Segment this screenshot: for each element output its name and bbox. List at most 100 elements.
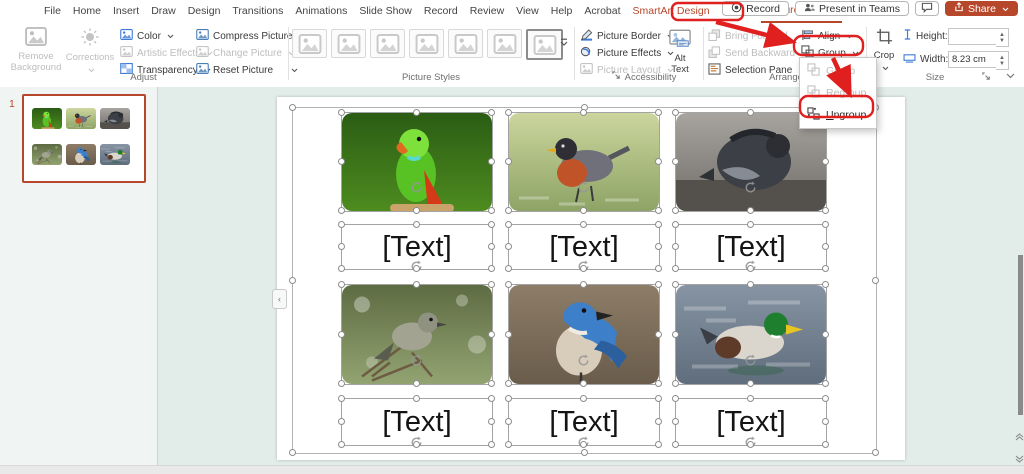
rotate-handle-icon[interactable] xyxy=(410,260,423,278)
picture-style-thumbnail[interactable] xyxy=(292,29,327,58)
selection-handle[interactable] xyxy=(580,109,587,116)
selection-handle[interactable] xyxy=(338,265,345,272)
selection-handle[interactable] xyxy=(655,221,662,228)
selection-handle[interactable] xyxy=(338,418,345,425)
text-placeholder[interactable]: [Text] xyxy=(509,399,659,445)
selection-handle[interactable] xyxy=(672,243,679,250)
selection-handle[interactable] xyxy=(338,207,345,214)
menu-tab-draw[interactable]: Draw xyxy=(145,1,182,22)
selection-handle[interactable] xyxy=(505,207,512,214)
selection-handle[interactable] xyxy=(672,331,679,338)
selection-handle[interactable] xyxy=(488,281,495,288)
selection-handle[interactable] xyxy=(488,331,495,338)
selection-handle[interactable] xyxy=(338,331,345,338)
smartart-text-pane-toggle[interactable]: ‹ xyxy=(272,289,287,309)
selection-handle[interactable] xyxy=(488,265,495,272)
selection-handle[interactable] xyxy=(747,380,754,387)
menu-tab-file[interactable]: File xyxy=(38,1,67,22)
selection-handle[interactable] xyxy=(655,331,662,338)
selection-handle[interactable] xyxy=(672,109,679,116)
accessibility-dialog-launcher-icon[interactable] xyxy=(612,71,621,83)
selection-handle[interactable] xyxy=(655,380,662,387)
selection-handle[interactable] xyxy=(505,265,512,272)
corrections-button[interactable]: Corrections xyxy=(66,26,114,78)
selection-handle[interactable] xyxy=(338,221,345,228)
selection-handle[interactable] xyxy=(655,109,662,116)
selection-handle[interactable] xyxy=(655,281,662,288)
selection-handle[interactable] xyxy=(872,277,879,284)
picture-style-thumbnail[interactable] xyxy=(409,29,444,58)
selection-handle[interactable] xyxy=(413,207,420,214)
selection-handle[interactable] xyxy=(289,277,296,284)
selection-handle[interactable] xyxy=(655,207,662,214)
rotate-handle-icon[interactable] xyxy=(577,181,590,199)
picture-border-button[interactable]: Picture Border xyxy=(580,29,674,43)
selection-handle[interactable] xyxy=(747,441,754,448)
size-dialog-launcher-icon[interactable] xyxy=(982,72,991,84)
selection-handle[interactable] xyxy=(822,265,829,272)
width-spinner[interactable]: ▲▼ xyxy=(996,51,1009,70)
selection-handle[interactable] xyxy=(822,207,829,214)
selection-handle[interactable] xyxy=(655,441,662,448)
selection-handle[interactable] xyxy=(580,265,587,272)
rotate-handle-icon[interactable] xyxy=(577,354,590,372)
menu-tab-review[interactable]: Review xyxy=(464,1,510,22)
width-input[interactable]: 8.23 cm xyxy=(948,51,1002,68)
rotate-handle-icon[interactable] xyxy=(410,436,423,454)
selection-handle[interactable] xyxy=(580,441,587,448)
selection-handle[interactable] xyxy=(488,158,495,165)
selection-handle[interactable] xyxy=(505,158,512,165)
vertical-scrollbar-thumb[interactable] xyxy=(1018,255,1023,415)
selection-handle[interactable] xyxy=(822,281,829,288)
group-menu-item-group[interactable]: Group xyxy=(800,60,876,82)
selection-handle[interactable] xyxy=(822,380,829,387)
selection-handle[interactable] xyxy=(581,449,588,456)
selection-handle[interactable] xyxy=(580,281,587,288)
bring-forward-button[interactable]: Bring Forward xyxy=(708,29,807,43)
selection-handle[interactable] xyxy=(822,331,829,338)
selection-handle[interactable] xyxy=(338,158,345,165)
menu-tab-help[interactable]: Help xyxy=(545,1,579,22)
selection-handle[interactable] xyxy=(672,265,679,272)
share-button[interactable]: Share xyxy=(945,1,1018,16)
menu-tab-view[interactable]: View xyxy=(510,1,545,22)
menu-tab-smartart-design[interactable]: SmartArt Design xyxy=(627,1,716,22)
rotate-handle-icon[interactable] xyxy=(744,354,757,372)
bird-picture-jay[interactable] xyxy=(509,285,659,384)
selection-handle[interactable] xyxy=(338,243,345,250)
selection-handle[interactable] xyxy=(672,418,679,425)
bird-picture-parrot[interactable] xyxy=(342,113,492,211)
selection-handle[interactable] xyxy=(580,380,587,387)
picture-styles-more-button[interactable] xyxy=(560,35,568,49)
selection-handle[interactable] xyxy=(655,265,662,272)
selection-handle[interactable] xyxy=(338,109,345,116)
menu-tab-record[interactable]: Record xyxy=(418,1,464,22)
picture-style-thumbnail[interactable] xyxy=(370,29,405,58)
selection-handle[interactable] xyxy=(413,265,420,272)
selection-handle[interactable] xyxy=(672,441,679,448)
menu-tab-insert[interactable]: Insert xyxy=(107,1,145,22)
selection-handle[interactable] xyxy=(747,109,754,116)
menu-tab-acrobat[interactable]: Acrobat xyxy=(578,1,626,22)
selection-handle[interactable] xyxy=(488,221,495,228)
selection-handle[interactable] xyxy=(338,380,345,387)
selection-handle[interactable] xyxy=(580,207,587,214)
comments-button[interactable] xyxy=(915,1,939,16)
selection-handle[interactable] xyxy=(505,418,512,425)
rotate-handle-icon[interactable] xyxy=(410,354,423,372)
selection-handle[interactable] xyxy=(338,281,345,288)
selection-handle[interactable] xyxy=(289,104,296,111)
selection-handle[interactable] xyxy=(747,207,754,214)
selection-handle[interactable] xyxy=(655,243,662,250)
present-in-teams-button[interactable]: Present in Teams xyxy=(795,1,909,16)
selection-handle[interactable] xyxy=(488,380,495,387)
text-placeholder[interactable]: [Text] xyxy=(676,225,826,269)
selection-handle[interactable] xyxy=(580,221,587,228)
selection-handle[interactable] xyxy=(338,395,345,402)
group-menu-item-ungroup[interactable]: Ungroup xyxy=(800,104,876,126)
selection-handle[interactable] xyxy=(581,104,588,111)
selection-handle[interactable] xyxy=(672,207,679,214)
change-picture-button[interactable]: Change Picture xyxy=(196,46,295,60)
selection-handle[interactable] xyxy=(505,243,512,250)
text-placeholder[interactable]: [Text] xyxy=(342,399,492,445)
